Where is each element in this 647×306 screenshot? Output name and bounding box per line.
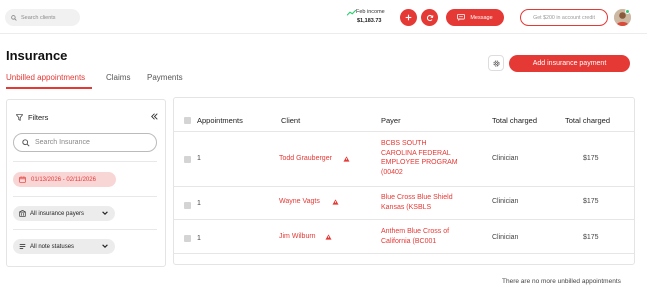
payer-link[interactable]: BCBS SOUTH CAROLINA FEDERAL EMPLOYEE PRO… bbox=[381, 139, 461, 177]
account-credit-button[interactable]: Get $200 in account credit bbox=[520, 9, 608, 26]
building-icon bbox=[19, 210, 26, 217]
account-credit-label: Get $200 in account credit bbox=[533, 14, 595, 21]
warning-icon bbox=[332, 199, 339, 205]
billing-role: Clinician bbox=[492, 198, 519, 205]
end-of-list-message: There are no more unbilled appointments bbox=[502, 278, 621, 285]
chevron-down-icon bbox=[102, 244, 108, 248]
divider bbox=[13, 229, 157, 230]
insurance-payer-value: All insurance payers bbox=[30, 210, 85, 217]
appointments-count: 1 bbox=[197, 235, 201, 242]
online-status-dot bbox=[625, 9, 630, 14]
payer-link[interactable]: Blue Cross Blue Shield Kansas (KSBLS bbox=[381, 193, 461, 212]
plus-icon bbox=[405, 14, 412, 21]
header-payer[interactable]: Payer bbox=[381, 116, 401, 125]
income-widget[interactable]: Feb income $1,183.73 bbox=[347, 9, 392, 27]
message-button[interactable]: Message bbox=[446, 9, 504, 26]
note-status-value: All note statuses bbox=[30, 243, 75, 250]
total-charged: $175 bbox=[583, 155, 599, 162]
total-charged: $175 bbox=[583, 234, 599, 241]
filter-icon bbox=[16, 114, 23, 121]
sync-button[interactable] bbox=[421, 9, 438, 26]
header-appointments[interactable]: Appointments bbox=[197, 116, 243, 125]
date-range-filter[interactable]: 01/13/2026 - 02/11/2026 bbox=[13, 172, 116, 187]
appointments-count: 1 bbox=[197, 200, 201, 207]
divider bbox=[13, 196, 157, 197]
filters-title: Filters bbox=[28, 113, 49, 122]
filters-header: Filters bbox=[16, 113, 48, 122]
add-button[interactable] bbox=[400, 9, 417, 26]
note-status-dropdown[interactable]: All note statuses bbox=[13, 239, 115, 254]
header-total-charged[interactable]: Total charged bbox=[565, 116, 610, 125]
message-icon bbox=[457, 14, 466, 21]
filters-panel: Filters Search Insurance 01/13/2026 - 02… bbox=[6, 99, 166, 267]
row-divider bbox=[174, 253, 634, 254]
settings-button[interactable] bbox=[488, 55, 504, 71]
warning-icon bbox=[325, 234, 332, 240]
header-client[interactable]: Client bbox=[281, 116, 300, 125]
insurance-search-placeholder: Search Insurance bbox=[35, 139, 90, 146]
top-bar: Search clients Feb income $1,183.73 Mess… bbox=[0, 0, 647, 34]
header-divider bbox=[174, 131, 634, 132]
billing-role: Clinician bbox=[492, 234, 519, 241]
client-link[interactable]: Todd Grauberger bbox=[279, 155, 332, 162]
collapse-icon bbox=[151, 113, 158, 120]
list-icon bbox=[19, 243, 26, 250]
billing-role: Clinician bbox=[492, 155, 519, 162]
row-divider bbox=[174, 219, 634, 220]
header-total-charged[interactable]: Total charged bbox=[492, 116, 537, 125]
warning-icon bbox=[343, 156, 350, 162]
add-insurance-payment-button[interactable]: Add insurance payment bbox=[509, 55, 630, 72]
page-title: Insurance bbox=[6, 48, 68, 63]
message-button-label: Message bbox=[470, 14, 493, 21]
income-amount: $1,183.73 bbox=[357, 18, 382, 24]
tab-claims[interactable]: Claims bbox=[106, 73, 130, 82]
income-label: Feb income bbox=[356, 9, 385, 15]
row-checkbox[interactable] bbox=[184, 202, 191, 209]
trend-up-icon bbox=[347, 10, 356, 16]
calendar-icon bbox=[19, 176, 26, 183]
appointments-count: 1 bbox=[197, 155, 201, 162]
client-search-placeholder: Search clients bbox=[21, 14, 56, 21]
client-link[interactable]: Jim Wilburn bbox=[279, 233, 316, 240]
tab-payments[interactable]: Payments bbox=[147, 73, 183, 82]
search-icon bbox=[22, 138, 30, 147]
payer-link[interactable]: Anthem Blue Cross of California (BC001 bbox=[381, 227, 461, 246]
tab-unbilled-appointments[interactable]: Unbilled appointments bbox=[6, 73, 85, 82]
row-checkbox[interactable] bbox=[184, 235, 191, 242]
chevron-down-icon bbox=[102, 211, 108, 215]
client-link[interactable]: Wayne Vagts bbox=[279, 198, 320, 205]
gear-icon bbox=[492, 59, 500, 67]
unbilled-appointments-table: Appointments Client Payer Total charged … bbox=[173, 97, 635, 265]
divider bbox=[13, 161, 157, 162]
total-charged: $175 bbox=[583, 198, 599, 205]
active-tab-indicator bbox=[6, 87, 92, 89]
row-divider bbox=[174, 186, 634, 187]
row-checkbox[interactable] bbox=[184, 156, 191, 163]
refresh-icon bbox=[426, 14, 433, 21]
insurance-payer-dropdown[interactable]: All insurance payers bbox=[13, 206, 115, 221]
search-icon bbox=[11, 14, 17, 21]
date-range-label: 01/13/2026 - 02/11/2026 bbox=[31, 176, 96, 183]
collapse-filters-button[interactable] bbox=[151, 112, 158, 122]
client-search-input[interactable]: Search clients bbox=[5, 9, 80, 26]
select-all-checkbox[interactable] bbox=[184, 117, 191, 124]
insurance-search-input[interactable]: Search Insurance bbox=[13, 133, 157, 152]
